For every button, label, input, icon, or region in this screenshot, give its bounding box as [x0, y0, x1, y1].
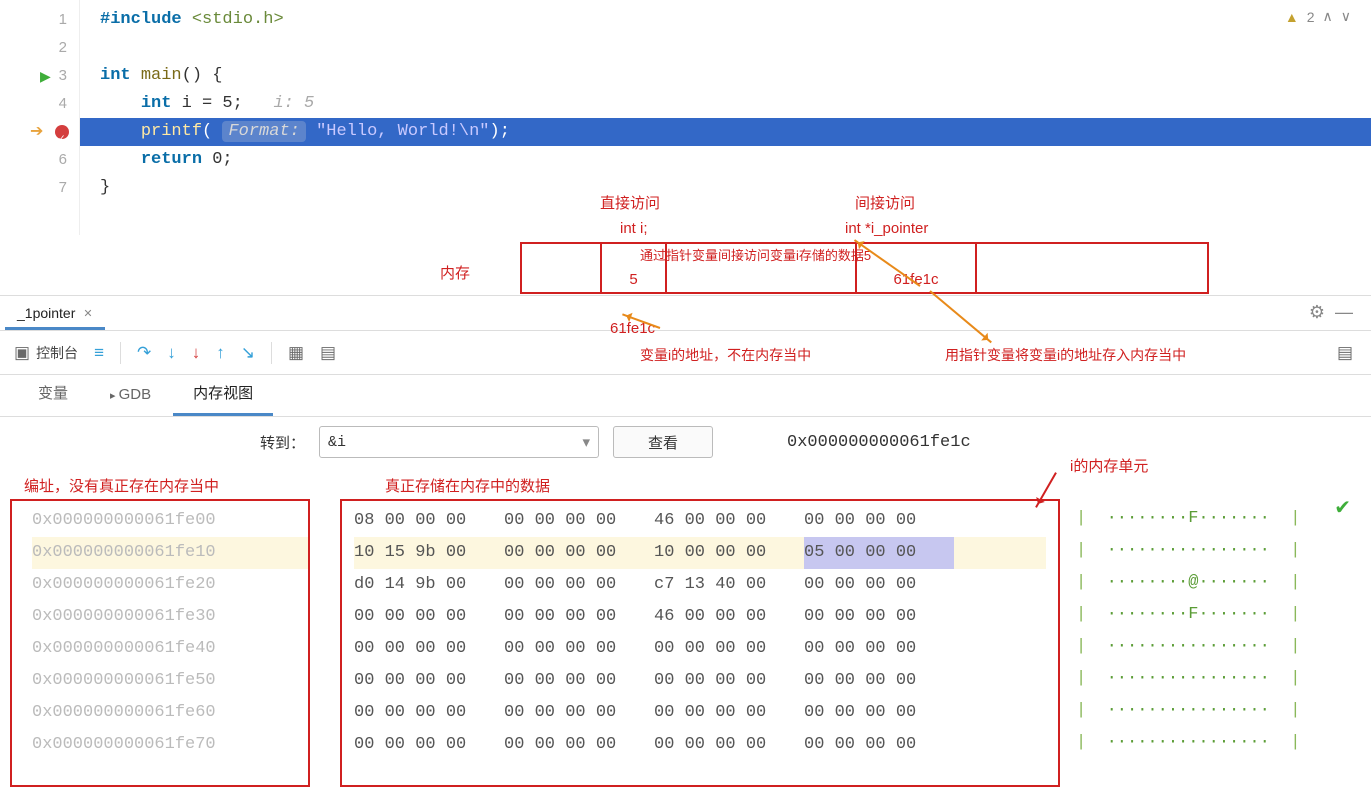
line-number: 1 — [0, 6, 79, 34]
close-icon[interactable]: ✕ — [83, 307, 92, 320]
step-into-icon[interactable]: ↓ — [167, 343, 176, 363]
annot-indirect: 间接访问 — [855, 192, 915, 213]
address-row[interactable]: 0x000000000061fe70 — [32, 729, 308, 761]
keyword: int — [141, 94, 172, 113]
code-editor: 1 2 3 ▶ 4 5 ➔ 6 7 #include <stdio.h> int… — [0, 0, 1371, 235]
address-row[interactable]: 0x000000000061fe50 — [32, 665, 308, 697]
step-out-icon[interactable]: ↑ — [216, 343, 225, 363]
keyword: return — [141, 150, 202, 169]
console-icon: ▣ — [14, 343, 30, 363]
line-number: 5 ➔ — [0, 118, 79, 146]
force-step-icon[interactable]: ↓ — [192, 343, 201, 363]
console-tab[interactable]: ▣ 控制台 — [14, 343, 78, 363]
annot-ptr-note: 用指针变量将变量i的地址存入内存当中 — [945, 345, 1186, 365]
code-lines[interactable]: #include <stdio.h> int main() { int i = … — [80, 0, 1371, 235]
memory-table: 0x000000000061fe00 0x000000000061fe10 0x… — [0, 467, 1371, 787]
line-number: 7 — [0, 174, 79, 202]
cell-value: 5 — [629, 271, 637, 288]
inspection-widget[interactable]: ▲ 2 ∧ ∨ — [1285, 8, 1351, 25]
fn-name: main — [141, 66, 182, 85]
settings-icon[interactable]: ▤ — [1337, 343, 1353, 363]
line-gutter: 1 2 3 ▶ 4 5 ➔ 6 7 — [0, 0, 80, 235]
address-row[interactable]: 0x000000000061fe10 — [32, 537, 308, 569]
layout-icon[interactable]: ▤ — [320, 343, 336, 363]
bytes-column: 08 00 00 0000 00 00 0046 00 00 0000 00 0… — [340, 499, 1060, 787]
run-icon[interactable]: ▶ — [40, 62, 51, 90]
threads-icon[interactable]: ≡ — [94, 343, 104, 363]
step-over-icon[interactable]: ↷ — [137, 343, 151, 363]
goto-address-input[interactable]: &i ▾ — [319, 426, 599, 458]
run-to-cursor-icon[interactable]: ↘ — [241, 343, 255, 363]
file-tabs: _1pointer ✕ ⚙ — — [0, 295, 1371, 331]
address-row[interactable]: 0x000000000061fe30 — [32, 601, 308, 633]
file-tab[interactable]: _1pointer ✕ — [5, 299, 105, 330]
annot-int-i: int i; — [620, 220, 648, 237]
line-number: 6 — [0, 146, 79, 174]
fn-name: printf — [141, 122, 202, 141]
address-row[interactable]: 0x000000000061fe40 — [32, 633, 308, 665]
param-hint: Format: — [222, 121, 305, 142]
highlighted-bytes[interactable]: 05 00 00 00 — [804, 537, 954, 569]
keyword: #include — [100, 10, 182, 29]
address-row[interactable]: 0x000000000061fe00 — [32, 505, 308, 537]
line-number: 3 ▶ — [0, 62, 79, 90]
inline-hint: i: 5 — [273, 94, 314, 113]
goto-label: 转到： — [260, 432, 305, 453]
tab-gdb[interactable]: GDB — [90, 378, 171, 416]
chevron-down-icon[interactable]: ∨ — [1341, 8, 1351, 25]
execution-arrow-icon: ➔ — [30, 118, 43, 146]
annot-addr-note: 变量i的地址，不在内存当中 — [640, 345, 811, 365]
debug-subtabs: 变量 GDB 内存视图 — [0, 375, 1371, 417]
memory-controls: 转到： &i ▾ 查看 0x000000000061fe1c — [0, 417, 1371, 467]
warning-icon: ▲ — [1285, 9, 1299, 25]
line-number: 2 — [0, 34, 79, 62]
annot-int-ip: int *i_pointer — [845, 220, 928, 237]
view-button[interactable]: 查看 — [613, 426, 713, 458]
string: "Hello, World!\n" — [316, 122, 489, 141]
evaluate-icon[interactable]: ▦ — [288, 343, 304, 363]
annot-direct: 直接访问 — [600, 192, 660, 213]
breakpoint-icon[interactable] — [55, 125, 69, 139]
memory-box-diagram: 5 61fe1c — [520, 242, 1209, 294]
tab-memory-view[interactable]: 内存视图 — [173, 374, 273, 416]
gear-icon[interactable]: ⚙ — [1309, 302, 1325, 323]
warning-count: 2 — [1307, 9, 1315, 25]
annot-memory: 内存 — [440, 262, 470, 283]
tab-label: _1pointer — [17, 305, 75, 321]
ascii-column: | ········F······· | | ················ … — [1076, 499, 1300, 787]
address-row[interactable]: 0x000000000061fe20 — [32, 569, 308, 601]
include-header: <stdio.h> — [192, 10, 284, 29]
line-number: 4 — [0, 90, 79, 118]
keyword: int — [100, 66, 131, 85]
chevron-up-icon[interactable]: ∧ — [1323, 8, 1333, 25]
minimize-icon[interactable]: — — [1335, 302, 1353, 323]
current-address: 0x000000000061fe1c — [787, 433, 971, 452]
address-row[interactable]: 0x000000000061fe60 — [32, 697, 308, 729]
chevron-down-icon[interactable]: ▾ — [582, 433, 590, 452]
tab-variables[interactable]: 变量 — [18, 374, 88, 416]
address-column: 0x000000000061fe00 0x000000000061fe10 0x… — [10, 499, 310, 787]
